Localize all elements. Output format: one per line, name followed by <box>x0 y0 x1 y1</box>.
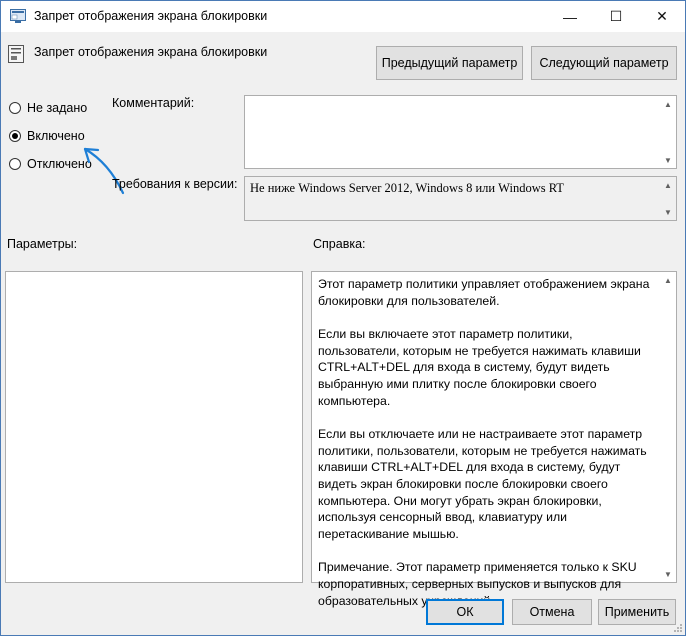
radio-label: Не задано <box>27 101 88 115</box>
radio-enabled[interactable]: Включено <box>9 129 85 143</box>
radio-circle-selected[interactable] <box>9 130 21 142</box>
window-title: Запрет отображения экрана блокировки <box>34 9 268 23</box>
parameters-label: Параметры: <box>7 237 78 251</box>
resize-grip-icon[interactable] <box>673 623 683 633</box>
policy-setting-icon <box>8 45 24 63</box>
policy-editor-icon <box>10 9 26 23</box>
comment-textarea[interactable]: ▲ ▼ <box>244 95 677 169</box>
cancel-button[interactable]: Отмена <box>512 599 592 625</box>
ok-button[interactable]: ОК <box>426 599 504 625</box>
requirements-scrollbar[interactable]: ▲ ▼ <box>660 177 676 220</box>
requirements-label: Требования к версии: <box>112 177 238 191</box>
radio-not-configured[interactable]: Не задано <box>9 101 87 115</box>
maximize-button[interactable]: ☐ <box>593 1 639 32</box>
close-button[interactable]: ✕ <box>639 1 685 32</box>
next-setting-button[interactable]: Следующий параметр <box>531 46 677 80</box>
radio-selected-dot <box>12 133 18 139</box>
requirements-value: Не ниже Windows Server 2012, Windows 8 и… <box>250 181 564 195</box>
previous-setting-button[interactable]: Предыдущий параметр <box>376 46 523 80</box>
close-icon: ✕ <box>656 8 668 24</box>
scroll-down-icon[interactable]: ▼ <box>660 204 676 220</box>
help-paragraph: Этот параметр политики управляет отображ… <box>318 277 650 308</box>
comment-scrollbar[interactable]: ▲ ▼ <box>660 96 676 168</box>
help-label: Справка: <box>313 237 366 251</box>
apply-button[interactable]: Применить <box>598 599 676 625</box>
comment-label: Комментарий: <box>112 96 195 110</box>
radio-label: Включено <box>27 129 85 143</box>
help-paragraph: Если вы включаете этот параметр политики… <box>318 327 641 408</box>
help-pane: Этот параметр политики управляет отображ… <box>311 271 677 608</box>
maximize-icon: ☐ <box>609 8 623 24</box>
help-text: Этот параметр политики управляет отображ… <box>318 276 656 626</box>
requirements-box: Не ниже Windows Server 2012, Windows 8 и… <box>244 176 677 221</box>
help-scrollbar[interactable]: ▲ ▼ <box>660 272 676 582</box>
parameters-pane <box>5 271 303 583</box>
help-paragraph: Если вы отключаете или не настраиваете э… <box>318 427 647 541</box>
minimize-button[interactable]: — <box>547 1 593 32</box>
radio-circle[interactable] <box>9 102 21 114</box>
policy-title: Запрет отображения экрана блокировки <box>34 45 268 59</box>
radio-circle[interactable] <box>9 158 21 170</box>
scroll-up-icon[interactable]: ▲ <box>660 177 676 193</box>
scroll-up-icon[interactable]: ▲ <box>660 96 676 112</box>
title-bar: Запрет отображения экрана блокировки — ☐… <box>1 1 685 32</box>
scroll-down-icon[interactable]: ▼ <box>660 566 676 582</box>
scroll-up-icon[interactable]: ▲ <box>660 272 676 288</box>
policy-dialog-window: Запрет отображения экрана блокировки — ☐… <box>0 0 686 636</box>
scroll-down-icon[interactable]: ▼ <box>660 152 676 168</box>
minimize-icon: — <box>563 8 577 25</box>
